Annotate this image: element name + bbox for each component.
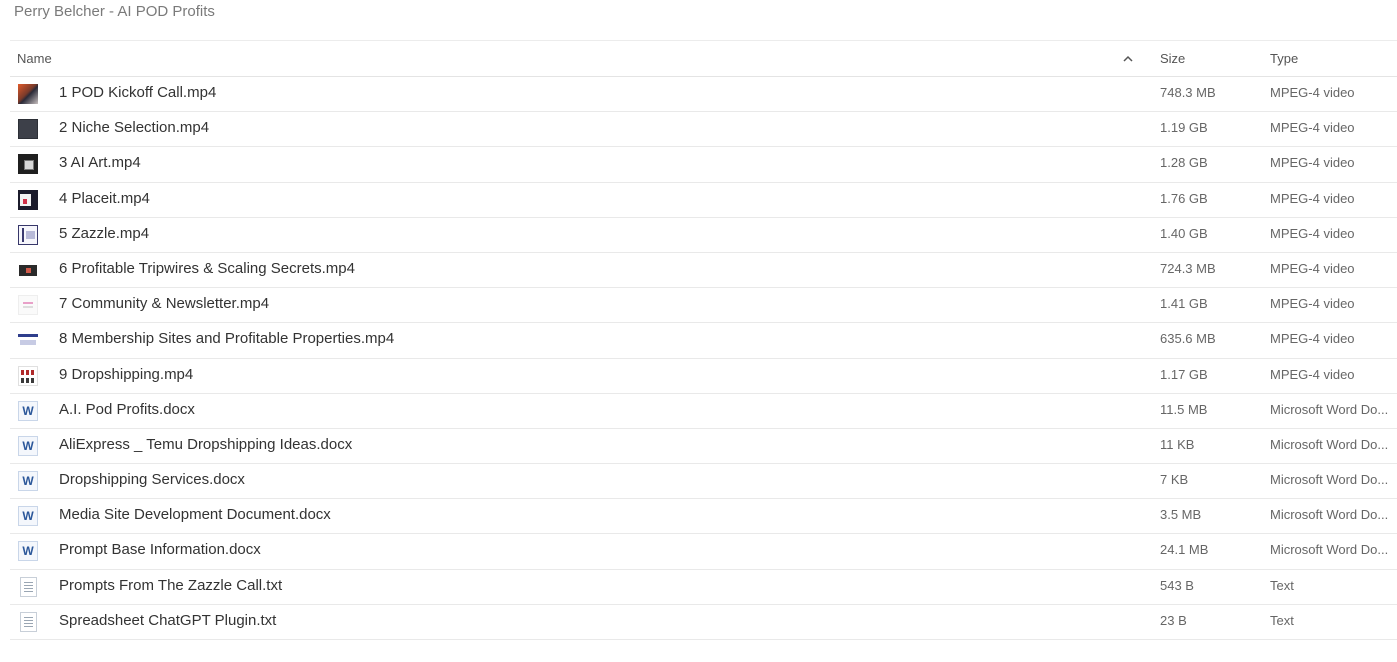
file-row[interactable]: 9 Dropshipping.mp4 1.17 GB MPEG-4 video (10, 359, 1397, 394)
file-name[interactable]: Dropshipping Services.docx (59, 464, 245, 498)
chevron-up-icon[interactable] (1122, 53, 1134, 65)
file-name[interactable]: 1 POD Kickoff Call.mp4 (59, 77, 216, 111)
word-document-icon: W (18, 471, 38, 492)
video-thumbnail-icon (18, 295, 38, 316)
file-row[interactable]: W AliExpress _ Temu Dropshipping Ideas.d… (10, 429, 1397, 465)
file-size: 724.3 MB (1160, 260, 1216, 276)
file-name[interactable]: Prompt Base Information.docx (59, 534, 261, 568)
file-name[interactable]: Spreadsheet ChatGPT Plugin.txt (59, 605, 276, 639)
file-row[interactable]: Prompts From The Zazzle Call.txt 543 B T… (10, 570, 1397, 605)
file-name[interactable]: 5 Zazzle.mp4 (59, 218, 149, 252)
video-thumbnail-icon (18, 330, 38, 351)
file-type: MPEG-4 video (1270, 260, 1355, 276)
file-type: MPEG-4 video (1270, 225, 1355, 241)
file-type: Microsoft Word Do... (1270, 436, 1389, 452)
file-type: MPEG-4 video (1270, 296, 1355, 312)
file-type: MPEG-4 video (1270, 120, 1355, 136)
file-size: 1.28 GB (1160, 155, 1208, 171)
file-type: MPEG-4 video (1270, 366, 1355, 382)
file-name[interactable]: 6 Profitable Tripwires & Scaling Secrets… (59, 253, 355, 287)
file-size: 11 KB (1160, 436, 1195, 452)
file-row[interactable]: W A.I. Pod Profits.docx 11.5 MB Microsof… (10, 394, 1397, 429)
file-size: 1.40 GB (1160, 225, 1208, 241)
file-type: MPEG-4 video (1270, 85, 1355, 100)
column-header-size[interactable]: Size (1160, 41, 1185, 77)
file-type: Text (1270, 577, 1294, 593)
file-row[interactable]: 6 Profitable Tripwires & Scaling Secrets… (10, 253, 1397, 289)
word-document-icon: W (18, 400, 38, 421)
file-size: 1.19 GB (1160, 120, 1208, 136)
file-name[interactable]: AliExpress _ Temu Dropshipping Ideas.doc… (59, 429, 352, 463)
word-document-icon: W (18, 435, 38, 456)
file-type: MPEG-4 video (1270, 331, 1355, 347)
video-thumbnail-icon (18, 84, 38, 104)
file-row[interactable]: 3 AI Art.mp4 1.28 GB MPEG-4 video (10, 147, 1397, 183)
file-row[interactable]: 2 Niche Selection.mp4 1.19 GB MPEG-4 vid… (10, 112, 1397, 148)
video-thumbnail-icon (18, 154, 38, 175)
text-file-icon (20, 576, 37, 597)
video-thumbnail-icon (18, 365, 38, 386)
file-size: 635.6 MB (1160, 331, 1216, 347)
file-name[interactable]: 2 Niche Selection.mp4 (59, 112, 209, 146)
file-size: 24.1 MB (1160, 542, 1209, 558)
file-size: 1.76 GB (1160, 190, 1208, 206)
file-name[interactable]: Prompts From The Zazzle Call.txt (59, 570, 282, 604)
video-thumbnail-icon (18, 224, 38, 245)
file-size: 23 B (1160, 612, 1187, 628)
text-file-icon (20, 611, 37, 632)
file-size: 1.17 GB (1160, 366, 1208, 382)
file-row[interactable]: 7 Community & Newsletter.mp4 1.41 GB MPE… (10, 288, 1397, 324)
file-name[interactable]: 8 Membership Sites and Profitable Proper… (59, 323, 394, 357)
video-thumbnail-icon (18, 119, 38, 140)
file-name[interactable]: Media Site Development Document.docx (59, 499, 331, 533)
file-type: Microsoft Word Do... (1270, 401, 1389, 417)
file-row[interactable]: 5 Zazzle.mp4 1.40 GB MPEG-4 video (10, 218, 1397, 253)
file-list: 1 POD Kickoff Call.mp4 748.3 MB MPEG-4 v… (10, 77, 1397, 640)
file-type: MPEG-4 video (1270, 155, 1355, 171)
file-name[interactable]: 4 Placeit.mp4 (59, 183, 150, 217)
file-row[interactable]: 8 Membership Sites and Profitable Proper… (10, 323, 1397, 359)
file-name[interactable]: 7 Community & Newsletter.mp4 (59, 288, 269, 322)
file-row[interactable]: W Media Site Development Document.docx 3… (10, 499, 1397, 535)
file-type: MPEG-4 video (1270, 190, 1355, 206)
video-thumbnail-icon (18, 259, 38, 280)
word-document-icon: W (18, 541, 38, 562)
file-type: Microsoft Word Do... (1270, 472, 1389, 488)
column-header-row: Name Size Type (10, 41, 1397, 77)
file-row[interactable]: W Prompt Base Information.docx 24.1 MB M… (10, 534, 1397, 570)
file-type: Microsoft Word Do... (1270, 542, 1389, 558)
file-type: Text (1270, 612, 1294, 628)
file-size: 748.3 MB (1160, 85, 1216, 100)
file-name[interactable]: A.I. Pod Profits.docx (59, 394, 195, 428)
file-size: 543 B (1160, 577, 1194, 593)
video-thumbnail-icon (18, 189, 38, 210)
file-name[interactable]: 9 Dropshipping.mp4 (59, 359, 193, 393)
file-row[interactable]: 1 POD Kickoff Call.mp4 748.3 MB MPEG-4 v… (10, 77, 1397, 113)
column-header-name[interactable]: Name (17, 41, 52, 77)
file-size: 7 KB (1160, 472, 1189, 488)
file-size: 11.5 MB (1160, 401, 1208, 417)
file-row[interactable]: W Dropshipping Services.docx 7 KB Micros… (10, 464, 1397, 500)
file-name[interactable]: 3 AI Art.mp4 (59, 147, 141, 181)
file-type: Microsoft Word Do... (1270, 507, 1389, 523)
file-size: 1.41 GB (1160, 296, 1208, 312)
folder-title: Perry Belcher - AI POD Profits (14, 3, 215, 20)
word-document-icon: W (18, 506, 38, 527)
file-size: 3.5 MB (1160, 507, 1202, 523)
file-row[interactable]: 4 Placeit.mp4 1.76 GB MPEG-4 video (10, 183, 1397, 218)
file-row[interactable]: Spreadsheet ChatGPT Plugin.txt 23 B Text (10, 605, 1397, 640)
column-header-type[interactable]: Type (1270, 41, 1298, 77)
